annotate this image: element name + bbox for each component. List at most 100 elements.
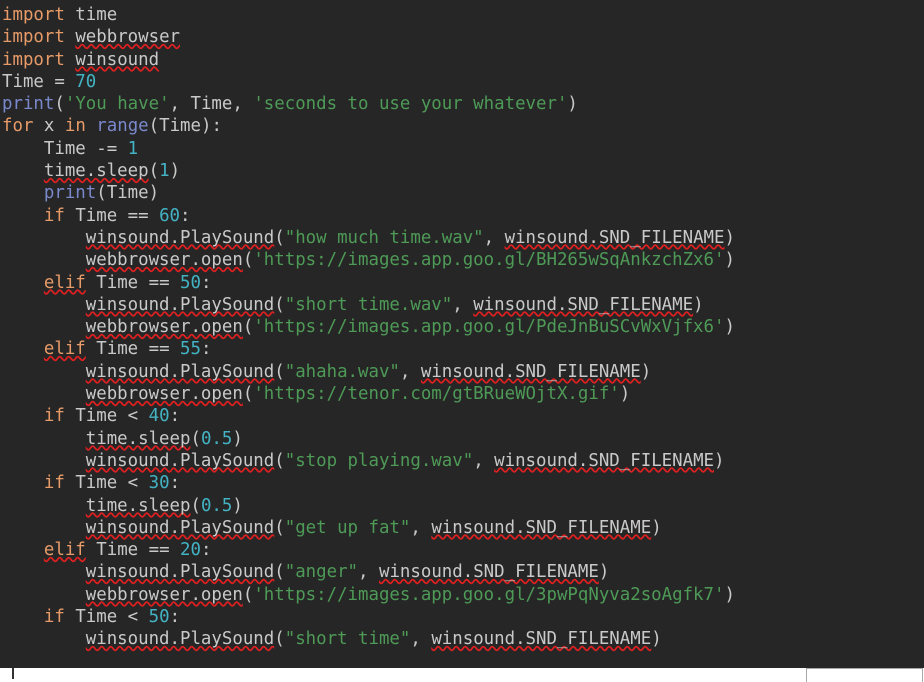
code-token: : — [169, 473, 181, 494]
code-token: , — [410, 517, 432, 538]
code-token: winsound — [75, 49, 160, 70]
code-line[interactable]: if Time < 40: — [0, 405, 924, 427]
code-line[interactable]: import winsound — [0, 49, 924, 71]
code-line[interactable]: print(Time) — [0, 182, 924, 204]
code-line[interactable]: time.sleep(0.5) — [0, 428, 924, 450]
code-token: ( — [242, 384, 254, 405]
code-token: in — [64, 116, 86, 137]
code-line[interactable]: winsound.PlaySound("short time.wav", win… — [0, 294, 924, 316]
bottom-bar — [0, 668, 924, 682]
code-line[interactable]: import webbrowser — [0, 26, 924, 48]
code-token: webbrowser — [75, 27, 181, 48]
code-token: ) — [724, 227, 735, 248]
code-token: "short time.wav" — [284, 294, 453, 315]
code-token: ) — [567, 94, 578, 115]
bottom-input-box[interactable] — [806, 668, 923, 682]
code-token: Time = — [2, 71, 76, 92]
code-line[interactable]: for x in range(Time): — [0, 115, 924, 137]
code-line[interactable]: time.sleep(0.5) — [0, 495, 924, 517]
code-token: webbrowser.open — [85, 584, 243, 605]
code-token: 55 — [180, 339, 201, 360]
code-token: ( — [274, 450, 285, 471]
code-token: Time -= — [43, 138, 128, 159]
code-line[interactable]: if Time == 60: — [0, 205, 924, 227]
code-line[interactable]: webbrowser.open('https://images.app.goo.… — [0, 584, 924, 606]
code-token: if — [43, 607, 65, 628]
code-token: 60 — [159, 205, 181, 226]
code-token: 50 — [148, 607, 170, 628]
code-line[interactable]: winsound.PlaySound("stop playing.wav", w… — [0, 450, 924, 472]
code-token: winsound.PlaySound — [85, 227, 275, 248]
code-line[interactable]: webbrowser.open('https://tenor.com/gtBRu… — [0, 383, 924, 405]
code-token: ) — [693, 294, 704, 315]
code-token: ) — [169, 161, 181, 182]
code-token: ( — [274, 361, 285, 382]
code-line[interactable]: winsound.PlaySound("anger", winsound.SND… — [0, 561, 924, 583]
code-token: winsound.PlaySound — [85, 562, 275, 583]
code-line[interactable]: elif Time == 55: — [0, 338, 924, 360]
code-line[interactable]: winsound.PlaySound("get up fat", winsoun… — [0, 517, 924, 539]
code-token: , — [410, 629, 432, 650]
code-token: ( — [190, 428, 201, 449]
code-line[interactable]: Time -= 1 — [0, 138, 924, 160]
code-token: winsound.SND_FILENAME — [431, 517, 652, 538]
code-token: ( — [242, 317, 254, 338]
code-line[interactable]: time.sleep(1) — [0, 160, 924, 182]
code-token: if — [43, 473, 65, 494]
code-token: 50 — [180, 272, 201, 293]
code-token: time.sleep — [85, 428, 191, 449]
code-line[interactable]: winsound.PlaySound("how much time.wav", … — [0, 227, 924, 249]
code-token: ) — [651, 517, 662, 538]
code-token: elif — [43, 272, 86, 293]
code-token: (Time): — [148, 116, 222, 137]
code-token: ( — [148, 161, 160, 182]
code-token: ) — [651, 629, 662, 650]
code-line[interactable]: winsound.PlaySound("ahaha.wav", winsound… — [0, 361, 924, 383]
code-token: elif — [43, 540, 86, 561]
code-token: , Time, — [169, 94, 254, 115]
code-token: Time == — [85, 339, 181, 360]
code-line[interactable]: elif Time == 50: — [0, 272, 924, 294]
code-token: ( — [190, 495, 201, 516]
code-token: 1 — [159, 161, 170, 182]
code-line[interactable]: winsound.PlaySound("short time", winsoun… — [0, 628, 924, 650]
code-line[interactable]: Time = 70 — [0, 71, 924, 93]
code-token: ( — [242, 250, 254, 271]
code-token: 'You have' — [64, 94, 170, 115]
code-token: webbrowser.open — [85, 384, 243, 405]
code-line[interactable]: webbrowser.open('https://images.app.goo.… — [0, 316, 924, 338]
code-token: winsound.PlaySound — [85, 629, 275, 650]
code-line[interactable]: if Time < 30: — [0, 472, 924, 494]
code-token: print — [2, 94, 55, 115]
code-token: , — [399, 361, 421, 382]
code-token: : — [200, 339, 212, 360]
code-line[interactable]: elif Time == 20: — [0, 539, 924, 561]
code-token: webbrowser.open — [85, 317, 243, 338]
code-token: import — [2, 5, 65, 25]
code-token: 20 — [180, 540, 201, 561]
code-line[interactable]: print('You have', Time, 'seconds to use … — [0, 93, 924, 115]
code-token: 0.5 — [200, 428, 233, 449]
code-token: : — [200, 272, 212, 293]
code-line[interactable]: if Time < 50: — [0, 606, 924, 628]
code-token: ) — [714, 450, 725, 471]
code-line[interactable]: webbrowser.open('https://images.app.goo.… — [0, 249, 924, 271]
code-token: , — [473, 450, 495, 471]
code-editor-surface[interactable]: import time import webbrowser import winso… — [0, 0, 924, 668]
code-token: winsound.SND_FILENAME — [494, 450, 715, 471]
code-token: winsound.PlaySound — [85, 450, 275, 471]
code-line[interactable]: import time — [0, 4, 924, 26]
code-token: , — [358, 562, 379, 583]
